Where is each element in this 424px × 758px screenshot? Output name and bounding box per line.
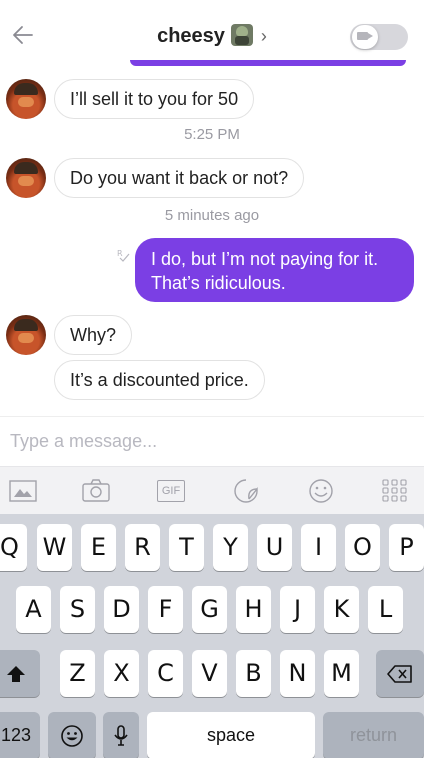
key-h[interactable]: H (236, 586, 271, 633)
message-list[interactable]: I’ll sell it to you for 50 5:25 PM Do yo… (0, 66, 424, 416)
shift-arrow-icon (7, 666, 25, 682)
key-l[interactable]: L (368, 586, 403, 633)
key-q[interactable]: Q (0, 524, 27, 571)
key-z[interactable]: Z (60, 650, 95, 697)
shift-key[interactable] (0, 650, 40, 697)
emoji-key[interactable] (48, 712, 96, 758)
key-o[interactable]: O (345, 524, 380, 571)
space-key[interactable]: space (147, 712, 315, 758)
incoming-message[interactable]: Do you want it back or not? (54, 158, 305, 198)
key-t[interactable]: T (169, 524, 204, 571)
key-u[interactable]: U (257, 524, 292, 571)
video-call-toggle[interactable] (350, 24, 408, 50)
key-k[interactable]: K (324, 586, 359, 633)
key-x[interactable]: X (104, 650, 139, 697)
incoming-message[interactable]: Why? (54, 315, 133, 355)
camera-icon[interactable] (82, 478, 110, 504)
key-e[interactable]: E (81, 524, 116, 571)
outgoing-message[interactable]: I do, but I’m not paying for it. That’s … (135, 238, 414, 302)
key-v[interactable]: V (192, 650, 227, 697)
key-j[interactable]: J (280, 586, 315, 633)
avatar[interactable] (6, 315, 46, 355)
incoming-message[interactable]: It’s a discounted price. (54, 360, 265, 400)
key-c[interactable]: C (148, 650, 183, 697)
read-receipt-icon: R (116, 248, 132, 264)
avatar[interactable] (6, 79, 46, 119)
key-b[interactable]: B (236, 650, 271, 697)
message-timestamp: 5:25 PM (184, 126, 240, 143)
return-key[interactable]: return (323, 712, 424, 758)
key-i[interactable]: I (301, 524, 336, 571)
key-y[interactable]: Y (213, 524, 248, 571)
outgoing-message-line: I do, but I’m not paying for it. (151, 249, 379, 269)
key-r[interactable]: R (125, 524, 160, 571)
emoji-keyboard-icon (61, 725, 83, 747)
message-input-placeholder[interactable]: Type a message... (10, 431, 157, 452)
gif-button[interactable]: GIF (157, 480, 185, 502)
emoji-icon[interactable] (307, 478, 335, 504)
key-f[interactable]: F (148, 586, 183, 633)
gallery-icon[interactable] (9, 478, 37, 504)
chat-header: cheesy › (0, 0, 424, 66)
svg-text:R: R (117, 249, 123, 258)
numbers-key[interactable]: 123 (0, 712, 40, 758)
backspace-key[interactable] (376, 650, 424, 697)
key-w[interactable]: W (37, 524, 72, 571)
key-s[interactable]: S (60, 586, 95, 633)
key-g[interactable]: G (192, 586, 227, 633)
ios-keyboard: Q W E R T Y U I O P A S D F G H J K L Z … (0, 514, 424, 758)
message-composer[interactable]: Type a message... (0, 416, 424, 466)
video-camera-icon (357, 32, 373, 40)
key-n[interactable]: N (280, 650, 315, 697)
avatar[interactable] (6, 158, 46, 198)
chevron-right-icon: › (260, 26, 267, 46)
backspace-icon (387, 665, 412, 683)
zombie-emoji-icon (230, 24, 253, 46)
gif-label: GIF (161, 485, 181, 497)
key-d[interactable]: D (104, 586, 139, 633)
key-a[interactable]: A (16, 586, 51, 633)
outgoing-message-line: That’s ridiculous. (151, 273, 286, 293)
key-m[interactable]: M (324, 650, 359, 697)
message-timestamp: 5 minutes ago (164, 207, 260, 224)
more-apps-icon[interactable] (381, 478, 409, 504)
dictation-key[interactable] (103, 712, 139, 758)
microphone-icon (114, 725, 128, 746)
contact-name: cheesy (157, 25, 225, 47)
composer-toolbar: GIF (0, 466, 424, 514)
incoming-message[interactable]: I’ll sell it to you for 50 (54, 79, 255, 119)
key-p[interactable]: P (389, 524, 424, 571)
sticker-icon[interactable] (232, 478, 260, 504)
